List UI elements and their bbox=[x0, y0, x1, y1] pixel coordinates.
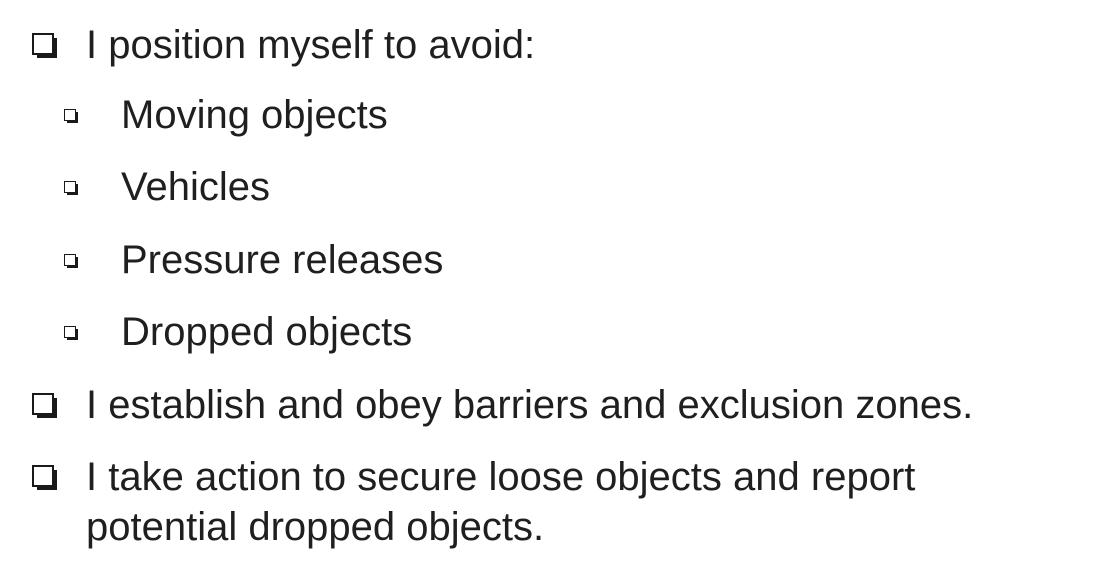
small-square-bullet-icon bbox=[64, 254, 78, 268]
sub-bullet-text: Dropped objects bbox=[121, 310, 413, 354]
sub-bullet-item: Moving objects bbox=[0, 90, 1108, 140]
sub-bullet-item: Dropped objects bbox=[0, 307, 1108, 357]
square-bullet-icon bbox=[32, 33, 57, 58]
slide-body: I position myself to avoid: Moving objec… bbox=[0, 0, 1108, 578]
square-bullet-icon bbox=[32, 465, 57, 490]
bullet-item: I take action to secure loose objects an… bbox=[0, 452, 1108, 552]
square-bullet-icon bbox=[32, 393, 57, 418]
bullet-item: I position myself to avoid: bbox=[0, 20, 1108, 70]
small-square-bullet-icon bbox=[64, 109, 78, 123]
small-square-bullet-icon bbox=[64, 326, 78, 340]
bullet-item: I establish and obey barriers and exclus… bbox=[0, 380, 1108, 430]
sub-bullet-item: Vehicles bbox=[0, 162, 1108, 212]
bullet-text: I take action to secure loose objects an… bbox=[86, 455, 916, 549]
sub-bullet-text: Vehicles bbox=[121, 165, 270, 209]
sub-bullet-item: Pressure releases bbox=[0, 235, 1108, 285]
sub-bullet-text: Pressure releases bbox=[121, 238, 444, 282]
bullet-text: I establish and obey barriers and exclus… bbox=[86, 383, 974, 427]
sub-bullet-text: Moving objects bbox=[121, 93, 388, 137]
bullet-text: I position myself to avoid: bbox=[86, 23, 536, 67]
small-square-bullet-icon bbox=[64, 181, 78, 195]
